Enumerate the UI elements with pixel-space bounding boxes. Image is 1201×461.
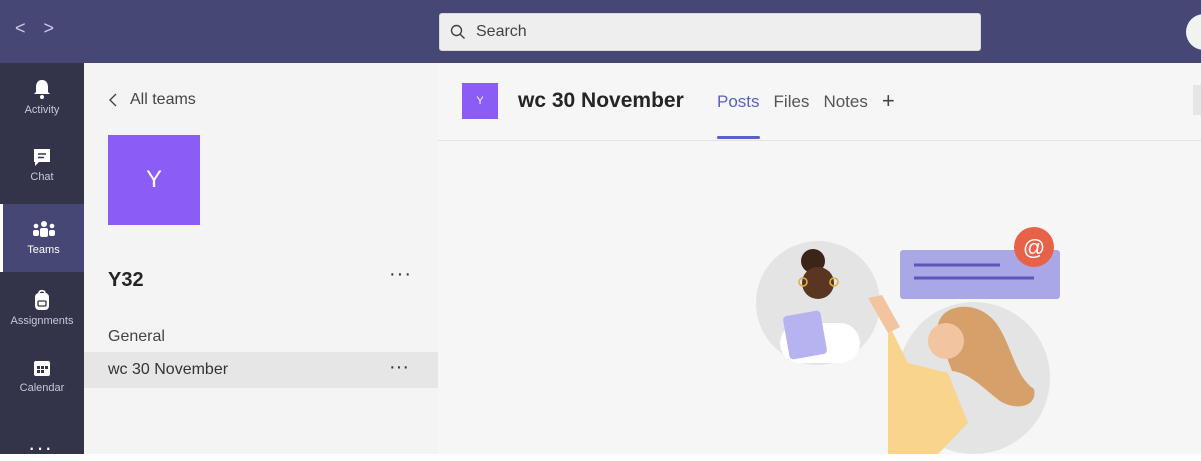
rail-item-label: Chat xyxy=(30,171,54,183)
rail-item-calendar[interactable]: Calendar xyxy=(0,342,84,410)
bell-icon xyxy=(34,80,50,99)
channel-more-options-icon[interactable]: ··· xyxy=(389,356,409,379)
channel-title: wc 30 November xyxy=(518,89,684,112)
channel-item-general[interactable]: General xyxy=(84,319,438,355)
teams-icon xyxy=(32,221,55,237)
app-bar: Activity Chat Teams Assignments Calendar… xyxy=(0,63,84,460)
rail-item-label: Calendar xyxy=(19,382,65,394)
rail-item-label: Teams xyxy=(27,244,60,256)
history-navigation: < > xyxy=(15,18,54,39)
profile-avatar[interactable] xyxy=(1186,14,1201,50)
calendar-icon xyxy=(34,361,50,376)
team-channel-list: All teams Y Y32 ··· General wc 30 Novemb… xyxy=(84,63,438,454)
team-name: Y32 xyxy=(108,269,144,291)
channel-header: Y wc 30 November Posts Files Notes + xyxy=(438,63,1201,141)
all-teams-link[interactable]: All teams xyxy=(108,91,196,109)
tab-posts[interactable]: Posts xyxy=(717,92,760,139)
channel-item-wc-30-november[interactable]: wc 30 November ··· xyxy=(84,352,438,388)
welcome-illustration: @ xyxy=(756,227,1060,454)
tab-files[interactable]: Files xyxy=(774,92,810,112)
rail-item-activity[interactable]: Activity xyxy=(0,63,84,131)
title-bar: < > xyxy=(0,0,1201,63)
chevron-left-icon xyxy=(109,93,117,107)
search-input[interactable] xyxy=(474,22,958,42)
backpack-icon xyxy=(35,289,49,310)
mention-symbol: @ xyxy=(1023,235,1045,260)
rail-item-teams[interactable]: Teams xyxy=(0,204,84,272)
team-avatar-small: Y xyxy=(462,83,498,119)
rail-item-label: Activity xyxy=(24,104,60,116)
channel-content: Y wc 30 November Posts Files Notes + @ xyxy=(438,63,1201,454)
rail-item-assignments[interactable]: Assignments xyxy=(0,274,84,342)
rail-item-chat[interactable]: Chat xyxy=(0,131,84,199)
channel-name: wc 30 November xyxy=(108,361,229,378)
channel-name: General xyxy=(108,328,165,345)
all-teams-label: All teams xyxy=(130,91,196,108)
chat-icon xyxy=(34,149,50,166)
add-tab-button[interactable]: + xyxy=(882,90,895,112)
header-action-button[interactable] xyxy=(1193,85,1201,115)
search-icon xyxy=(450,24,465,39)
search-bar[interactable] xyxy=(439,13,981,51)
back-arrow-icon[interactable]: < xyxy=(15,18,26,39)
team-more-options-icon[interactable]: ··· xyxy=(389,263,412,286)
channel-tabs: Posts Files Notes + xyxy=(717,90,895,139)
forward-arrow-icon[interactable]: > xyxy=(44,18,55,39)
tab-notes[interactable]: Notes xyxy=(823,92,867,112)
rail-item-label: Assignments xyxy=(10,315,74,327)
more-apps-icon[interactable]: ··· xyxy=(28,435,53,461)
team-avatar: Y xyxy=(108,135,200,225)
